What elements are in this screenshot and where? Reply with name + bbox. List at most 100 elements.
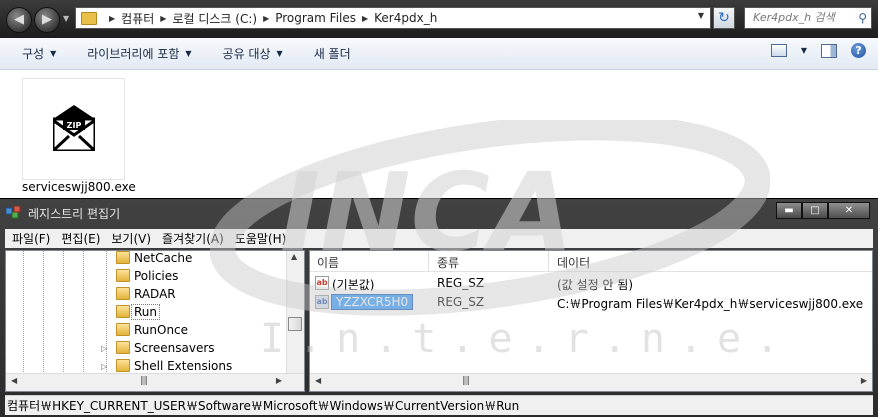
column-divider[interactable] bbox=[428, 251, 429, 271]
value-row[interactable]: ab YZZXCR5H0 REG_SZ C:￦Program Files￦Ker… bbox=[310, 294, 872, 312]
tree-horizontal-scrollbar[interactable]: ◀ ‖‖ ▶ bbox=[6, 373, 304, 391]
expand-icon[interactable]: ▷ bbox=[101, 344, 107, 353]
title-bar[interactable]: 레지스트리 편집기 ▬ □ ✕ bbox=[0, 199, 878, 227]
menu-help[interactable]: 도움말(H) bbox=[228, 230, 291, 247]
file-item[interactable]: ZIP bbox=[22, 78, 125, 180]
column-header-name[interactable]: 이름 bbox=[317, 254, 339, 271]
column-header-type[interactable]: 종류 bbox=[437, 254, 459, 271]
breadcrumb-item[interactable]: Ker4pdx_h bbox=[374, 11, 437, 25]
address-bar[interactable]: ▶ 컴퓨터 ▶ 로컬 디스크 (C:) ▶ Program Files ▶ Ke… bbox=[75, 7, 711, 29]
recent-pages-dropdown[interactable]: ▼ bbox=[63, 14, 69, 23]
search-input[interactable]: Ker4pdx_h 검색 ⚲ bbox=[744, 7, 872, 29]
search-icon[interactable]: ⚲ bbox=[858, 8, 867, 28]
breadcrumb-item[interactable]: 컴퓨터 bbox=[121, 10, 154, 27]
column-headers: 이름 종류 데이터 bbox=[310, 251, 872, 272]
share-with-button[interactable]: 공유 대상 ▼ bbox=[205, 45, 296, 62]
chevron-down-icon: ▼ bbox=[276, 49, 283, 58]
tree-item-run[interactable]: Run bbox=[6, 303, 288, 321]
folder-icon bbox=[116, 269, 130, 282]
scroll-thumb[interactable] bbox=[288, 317, 302, 331]
tree-item-label: Policies bbox=[134, 269, 179, 283]
tree-item-label: RADAR bbox=[134, 287, 176, 301]
tree-item-label: Screensavers bbox=[134, 341, 215, 355]
change-view-icon[interactable] bbox=[770, 44, 787, 57]
chevron-right-icon[interactable]: ▶ bbox=[109, 14, 115, 23]
value-data: C:￦Program Files￦Ker4pdx_h￦serviceswjj80… bbox=[557, 297, 864, 311]
value-name-edit-field[interactable]: YZZXCR5H0 bbox=[331, 294, 414, 310]
forward-button[interactable]: ▶ bbox=[34, 7, 60, 33]
folder-icon bbox=[116, 287, 130, 300]
tree-vertical-scrollbar[interactable]: ▲ bbox=[286, 251, 304, 374]
minimize-button[interactable]: ▬ bbox=[776, 202, 802, 219]
folder-icon bbox=[116, 323, 130, 336]
new-folder-button[interactable]: 새 폴더 bbox=[296, 45, 364, 62]
scroll-grip-icon[interactable]: ‖‖ bbox=[462, 376, 470, 386]
tree-item-label: RunOnce bbox=[134, 323, 189, 337]
chevron-down-icon[interactable]: ▼ bbox=[801, 46, 807, 55]
scroll-corner bbox=[287, 374, 304, 391]
tree-item-label: Shell Extensions bbox=[134, 359, 233, 373]
share-with-label: 공유 대상 bbox=[222, 47, 271, 61]
scroll-right-icon[interactable]: ▶ bbox=[861, 376, 867, 385]
tree-item-netcache[interactable]: NetCache bbox=[6, 251, 288, 267]
refresh-button[interactable]: ↻ bbox=[713, 7, 735, 29]
folder-icon bbox=[116, 341, 130, 354]
scroll-left-icon[interactable]: ◀ bbox=[315, 376, 321, 385]
menu-bar: 파일(F) 편집(E) 보기(V) 즐겨찾기(A) 도움말(H) bbox=[5, 229, 873, 248]
chevron-right-icon[interactable]: ▶ bbox=[362, 14, 368, 23]
tree-item-radar[interactable]: RADAR bbox=[6, 285, 288, 303]
key-tree-pane[interactable]: NetCache Policies RADAR Run RunOnce ▷ Sc… bbox=[5, 250, 305, 392]
tree-item-label: Run bbox=[131, 304, 161, 320]
chevron-down-icon: ▼ bbox=[50, 49, 57, 58]
maximize-button[interactable]: □ bbox=[802, 202, 828, 219]
back-button[interactable]: ◀ bbox=[6, 7, 32, 33]
menu-file[interactable]: 파일(F) bbox=[5, 230, 54, 247]
menu-edit[interactable]: 편집(E) bbox=[54, 230, 104, 247]
include-in-library-label: 라이브러리에 포함 bbox=[87, 47, 180, 61]
folder-icon bbox=[116, 359, 130, 372]
value-type: REG_SZ bbox=[437, 276, 485, 290]
value-type: REG_SZ bbox=[437, 295, 485, 309]
file-name[interactable]: serviceswjj800.exe bbox=[22, 180, 136, 194]
tree-item-runonce[interactable]: RunOnce bbox=[6, 321, 288, 339]
value-row[interactable]: ab (기본값) REG_SZ (값 설정 안 됨) bbox=[310, 275, 872, 293]
include-in-library-button[interactable]: 라이브러리에 포함 ▼ bbox=[69, 45, 204, 62]
chevron-right-icon[interactable]: ▶ bbox=[263, 14, 269, 23]
folder-icon bbox=[116, 305, 130, 318]
close-button[interactable]: ✕ bbox=[828, 202, 870, 219]
status-key-path: 컴퓨터￦HKEY_CURRENT_USER￦Software￦Microsoft… bbox=[7, 399, 520, 413]
string-value-icon: ab bbox=[315, 295, 329, 309]
command-bar: 구성 ▼ 라이브러리에 포함 ▼ 공유 대상 ▼ 새 폴더 ▼ ? bbox=[0, 38, 878, 70]
zip-label: ZIP bbox=[67, 121, 82, 130]
column-header-data[interactable]: 데이터 bbox=[557, 254, 590, 271]
help-icon[interactable]: ? bbox=[851, 43, 866, 58]
organize-label: 구성 bbox=[22, 47, 45, 61]
breadcrumb-item[interactable]: 로컬 디스크 (C:) bbox=[172, 10, 257, 27]
value-data: (값 설정 안 됨) bbox=[557, 278, 634, 292]
scroll-up-icon[interactable]: ▲ bbox=[291, 252, 297, 261]
tree-item-screensavers[interactable]: ▷ Screensavers bbox=[6, 339, 288, 357]
folder-icon bbox=[81, 11, 97, 25]
chevron-down-icon: ▼ bbox=[185, 49, 192, 58]
scroll-right-icon[interactable]: ▶ bbox=[276, 376, 282, 385]
expand-icon[interactable]: ▷ bbox=[101, 362, 107, 371]
column-divider[interactable] bbox=[548, 251, 549, 271]
breadcrumb-item[interactable]: Program Files bbox=[275, 11, 356, 25]
values-list-pane[interactable]: 이름 종류 데이터 ab (기본값) REG_SZ (값 설정 안 됨) ab … bbox=[309, 250, 873, 392]
chevron-right-icon[interactable]: ▶ bbox=[160, 14, 166, 23]
window-controls: ▬ □ ✕ bbox=[776, 202, 870, 219]
scroll-grip-icon[interactable]: ‖‖ bbox=[140, 376, 148, 386]
new-folder-label: 새 폴더 bbox=[313, 47, 351, 61]
zip-envelope-icon: ZIP bbox=[53, 105, 95, 151]
status-bar: 컴퓨터￦HKEY_CURRENT_USER￦Software￦Microsoft… bbox=[5, 395, 873, 415]
string-value-icon: ab bbox=[315, 276, 329, 290]
menu-favorites[interactable]: 즐겨찾기(A) bbox=[155, 230, 228, 247]
preview-pane-icon[interactable] bbox=[821, 43, 837, 58]
organize-button[interactable]: 구성 ▼ bbox=[0, 45, 69, 62]
tree-item-policies[interactable]: Policies bbox=[6, 267, 288, 285]
window-title: 레지스트리 편집기 bbox=[28, 207, 121, 221]
scroll-left-icon[interactable]: ◀ bbox=[11, 376, 17, 385]
values-horizontal-scrollbar[interactable]: ◀ ‖‖ ▶ bbox=[310, 373, 872, 391]
menu-view[interactable]: 보기(V) bbox=[104, 230, 155, 247]
address-dropdown-icon[interactable]: ▼ bbox=[698, 11, 704, 20]
